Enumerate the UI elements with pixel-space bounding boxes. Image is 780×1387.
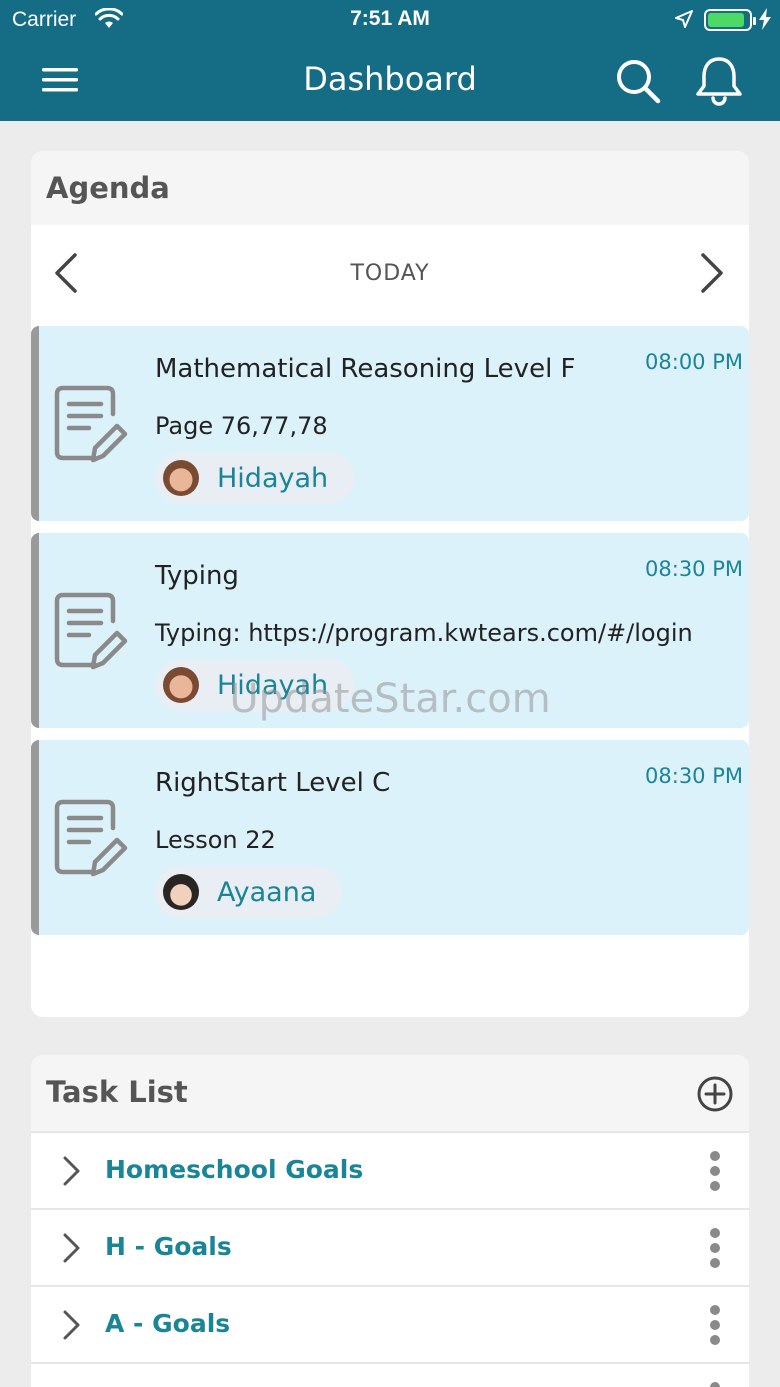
location-arrow-icon xyxy=(675,10,693,28)
agenda-card: Agenda TODAY Mathematical Reasoning Leve… xyxy=(31,151,749,1017)
task-list-label: Homeschool Goals xyxy=(105,1155,364,1184)
event-title: Mathematical Reasoning Level F xyxy=(155,354,576,384)
event-time: 08:30 PM xyxy=(645,764,743,788)
event-description: Page 76,77,78 xyxy=(155,412,328,440)
more-vertical-icon[interactable] xyxy=(705,1226,725,1270)
task-list-label: A - Goals xyxy=(105,1309,231,1338)
task-list-item[interactable]: A - Goals xyxy=(31,1285,749,1360)
charging-bolt-icon xyxy=(759,8,771,30)
assignment-edit-icon xyxy=(54,592,128,670)
student-chip[interactable]: Hidayah xyxy=(155,659,355,711)
chevron-right-icon[interactable] xyxy=(61,1155,81,1187)
chevron-right-icon[interactable] xyxy=(61,1309,81,1341)
add-circle-icon[interactable] xyxy=(696,1075,734,1113)
agenda-event[interactable]: Mathematical Reasoning Level F 08:00 PM … xyxy=(31,326,749,521)
task-list-item[interactable] xyxy=(31,1362,749,1387)
battery-icon xyxy=(704,9,756,31)
task-list-item[interactable]: H - Goals xyxy=(31,1208,749,1283)
avatar xyxy=(163,460,199,496)
student-chip[interactable]: Hidayah xyxy=(155,452,355,504)
app-header: Carrier 7:51 AM Dashboard xyxy=(0,0,780,121)
search-icon[interactable] xyxy=(612,56,664,106)
student-chip[interactable]: Ayaana xyxy=(155,866,343,918)
bell-icon[interactable] xyxy=(692,54,746,106)
chevron-right-icon[interactable] xyxy=(697,251,727,295)
task-list-item[interactable]: Homeschool Goals xyxy=(31,1131,749,1206)
event-description: Typing: https://program.kwtears.com/#/lo… xyxy=(155,619,693,647)
student-name: Hidayah xyxy=(217,462,329,494)
agenda-event[interactable]: RightStart Level C 08:30 PM Lesson 22 Ay… xyxy=(31,740,749,935)
task-list-title: Task List xyxy=(46,1075,188,1109)
assignment-edit-icon xyxy=(54,385,128,463)
agenda-header: Agenda xyxy=(31,151,749,225)
task-list-label: H - Goals xyxy=(105,1232,232,1261)
day-label: TODAY xyxy=(350,261,430,286)
agenda-event[interactable]: Typing 08:30 PM Typing: https://program.… xyxy=(31,533,749,728)
avatar xyxy=(163,667,199,703)
student-name: Hidayah xyxy=(217,669,329,701)
task-list-card: Task List Homeschool Goals H - Goals A -… xyxy=(31,1055,749,1387)
task-list-header: Task List xyxy=(31,1055,749,1131)
event-time: 08:00 PM xyxy=(645,350,743,374)
event-time: 08:30 PM xyxy=(645,557,743,581)
more-vertical-icon[interactable] xyxy=(705,1303,725,1347)
assignment-edit-icon xyxy=(54,799,128,877)
day-navigator: TODAY xyxy=(31,225,749,325)
avatar xyxy=(163,874,199,910)
more-vertical-icon[interactable] xyxy=(705,1149,725,1193)
event-title: RightStart Level C xyxy=(155,768,391,798)
status-bar: Carrier 7:51 AM xyxy=(0,0,780,40)
event-description: Lesson 22 xyxy=(155,826,276,854)
status-time: 7:51 AM xyxy=(350,7,430,30)
student-name: Ayaana xyxy=(217,876,317,908)
more-vertical-icon[interactable] xyxy=(705,1380,725,1387)
agenda-title: Agenda xyxy=(46,171,170,205)
event-title: Typing xyxy=(155,561,239,591)
chevron-right-icon[interactable] xyxy=(61,1232,81,1264)
